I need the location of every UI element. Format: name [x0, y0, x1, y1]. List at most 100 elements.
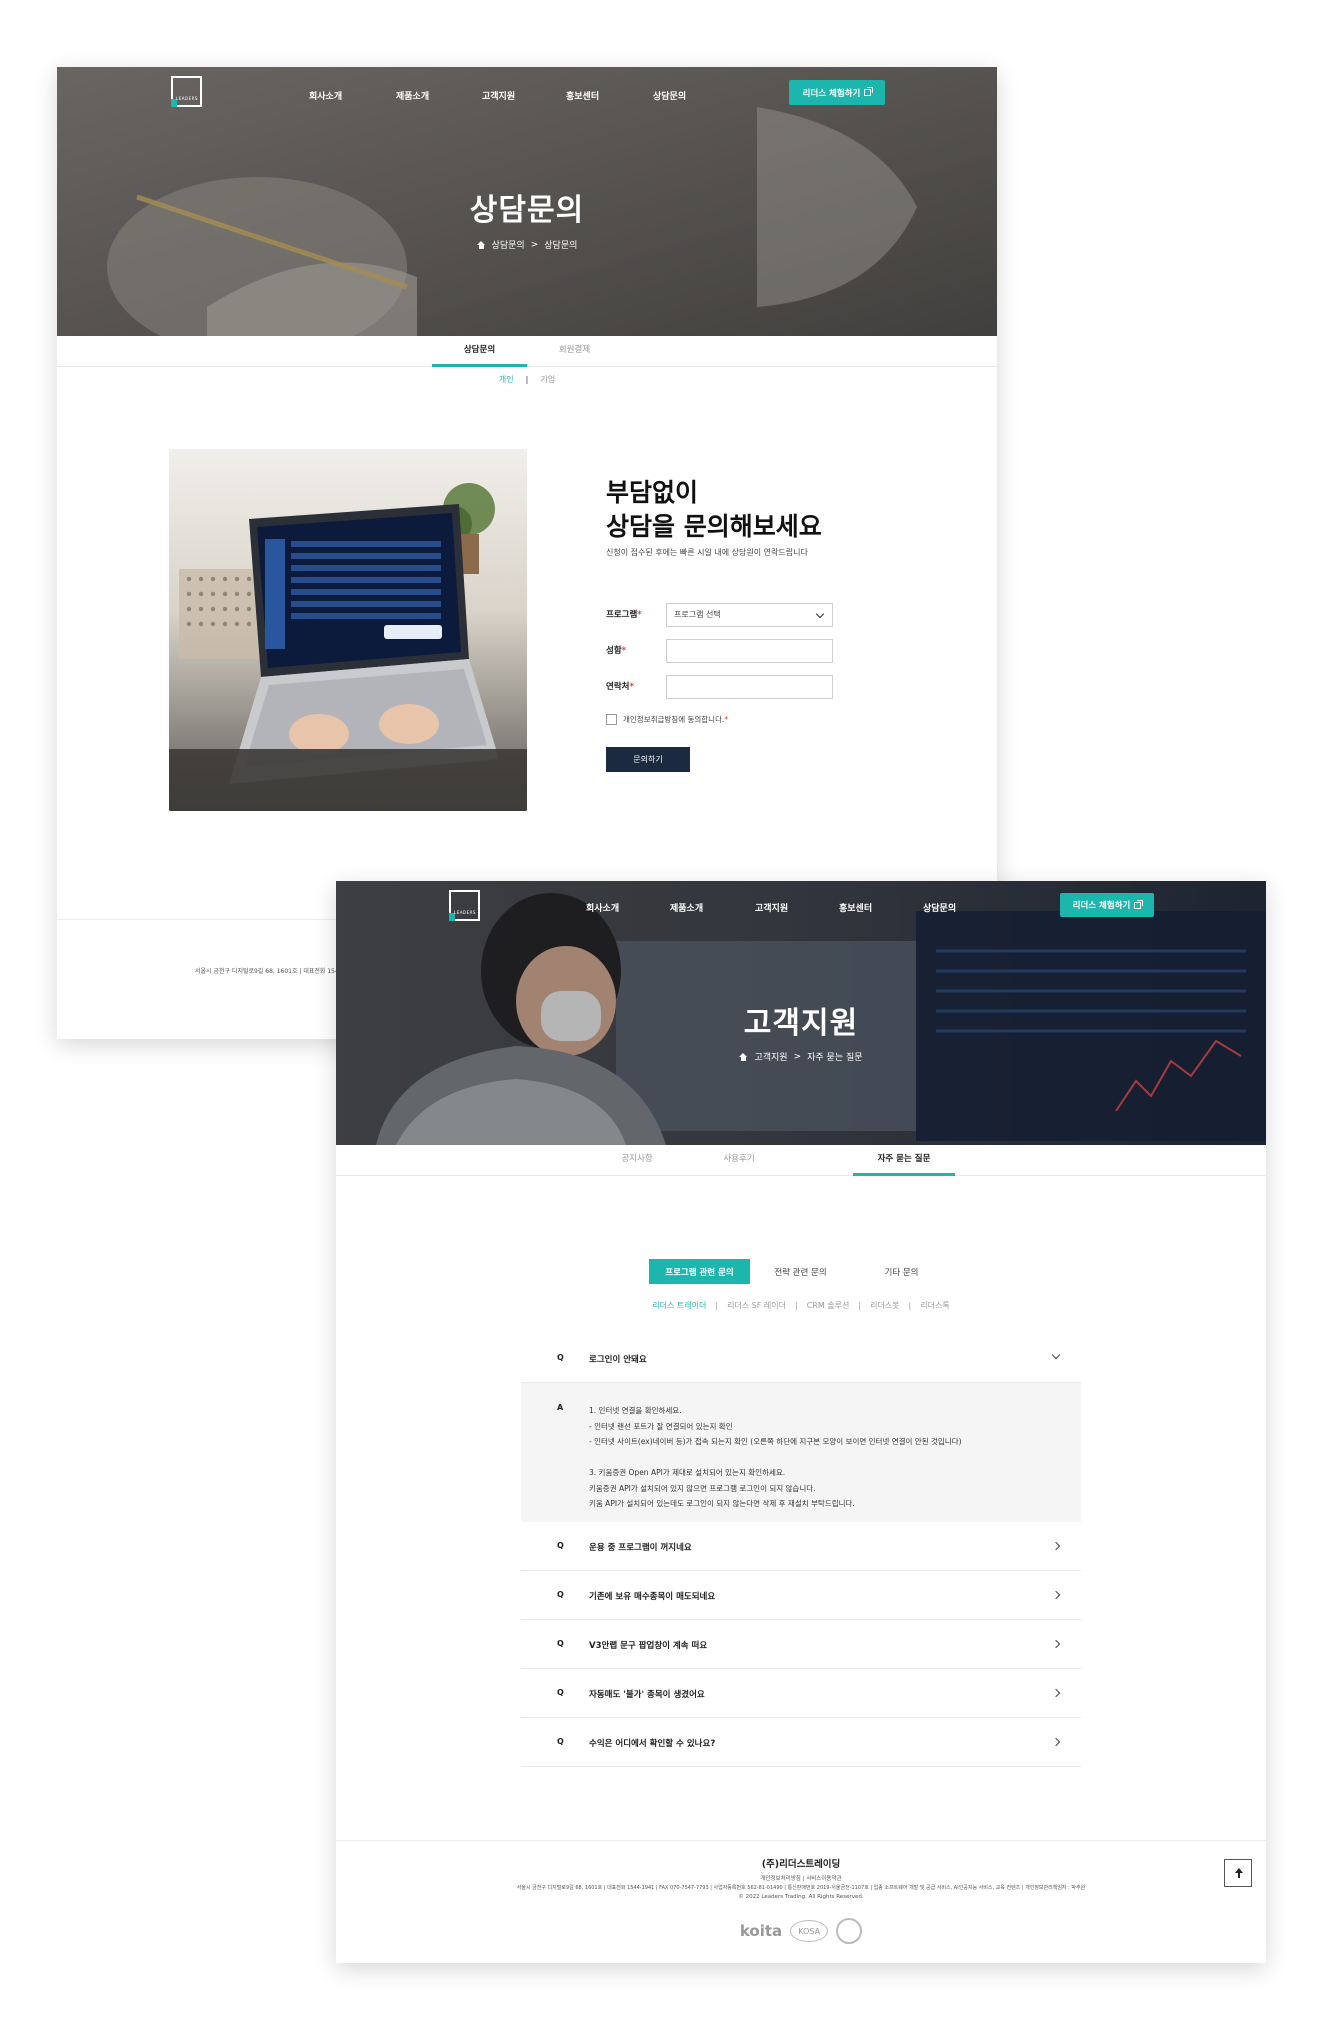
question-mark: Q [557, 1688, 564, 1697]
question-mark: Q [557, 1737, 564, 1746]
footer-logos: koita KOSA [336, 1918, 1266, 1944]
tab-inquiry[interactable]: 상담문의 [432, 336, 527, 367]
subtab-business[interactable]: 기업 [540, 374, 555, 385]
category-other[interactable]: 기타 문의 [851, 1259, 952, 1284]
faq-answer: A 1. 인터넷 연결을 확인하세요. - 인터넷 랜선 포트가 잘 연결되어 … [521, 1383, 1081, 1522]
faq-question: V3안랩 문구 팝업창이 계속 떠요 [589, 1641, 708, 1651]
nav-inquiry[interactable]: 상담문의 [653, 89, 686, 102]
breadcrumb-item[interactable]: 자주 묻는 질문 [807, 1050, 862, 1063]
nav-products[interactable]: 제품소개 [396, 89, 429, 102]
footer-links[interactable]: 개인정보처리방침 | 서비스이용약관 [336, 1874, 1266, 1882]
faq-item[interactable]: Q 기존에 보유 매수종목이 매도되네요 [521, 1571, 1081, 1620]
tab-notice[interactable]: 공지사항 [586, 1145, 688, 1176]
program-select[interactable]: 프로그램 선택 [666, 603, 833, 627]
breadcrumb-item[interactable]: 고객지원 [754, 1050, 787, 1063]
required-mark: * [629, 682, 634, 692]
nav-support[interactable]: 고객지원 [482, 89, 515, 102]
product-divider: | [715, 1301, 719, 1310]
chevron-right-icon [1051, 1590, 1061, 1600]
support-footer-divider [336, 1840, 1266, 1841]
chevron-right-icon [1051, 1639, 1061, 1649]
category-program[interactable]: 프로그램 관련 문의 [649, 1259, 750, 1284]
tab-faq[interactable]: 자주 묻는 질문 [853, 1145, 955, 1176]
product-divider: | [795, 1301, 798, 1310]
answer-line: 키움 API가 설치되어 있는데도 로그인이 되지 않는다면 삭제 후 재설치 … [589, 1499, 855, 1508]
breadcrumb-item[interactable]: 상담문의 [492, 238, 525, 251]
nav-inquiry[interactable]: 상담문의 [923, 901, 956, 914]
laptop-photo [169, 449, 527, 811]
agree-checkbox[interactable] [606, 714, 617, 725]
breadcrumb-separator: > [793, 1051, 802, 1062]
product-leaders-trader[interactable]: 리더스 트레이더 [652, 1300, 706, 1311]
nav-support[interactable]: 고객지원 [755, 901, 788, 914]
tab-reviews[interactable]: 사용후기 [688, 1145, 790, 1176]
subtab-personal[interactable]: 개인 [499, 374, 514, 385]
nav-pr[interactable]: 홍보센터 [839, 901, 872, 914]
question-mark: Q [557, 1353, 564, 1362]
support-hero: LEADERS 회사소개 제품소개 고객지원 홍보센터 상담문의 리더스 체험하… [336, 881, 1266, 1145]
product-leaders-bot[interactable]: 리더스봇 [870, 1300, 899, 1311]
home-icon[interactable] [476, 240, 486, 249]
trial-button[interactable]: 리더스 체험하기 [789, 80, 885, 105]
home-icon[interactable] [739, 1052, 748, 1061]
answer-line: - 인터넷 사이트(ex)네이버 등)가 접속 되는지 확인 (오른쪽 하단에 … [589, 1437, 962, 1446]
breadcrumb: 상담문의 > 상담문의 [57, 238, 997, 251]
tab-member-payment[interactable]: 회원결제 [527, 336, 622, 367]
nav-products[interactable]: 제품소개 [670, 901, 703, 914]
canvas: LEADERS 회사소개 제품소개 고객지원 홍보센터 상담문의 리더스 체험하… [0, 0, 1317, 2026]
product-leaders-talk[interactable]: 리더스톡 [920, 1300, 949, 1311]
name-input[interactable] [666, 639, 833, 663]
answer-line: 3. 키움증권 Open API가 제대로 설치되어 있는지 확인하세요. [589, 1468, 786, 1477]
faq-item[interactable]: Q 수익은 어디에서 확인할 수 있나요? [521, 1718, 1081, 1767]
form-subtitle: 신청이 접수된 후에는 빠른 시일 내에 상담원이 연락드립니다 [606, 548, 808, 557]
product-sf-radar[interactable]: 리더스 SF 레이더 [727, 1300, 786, 1311]
breadcrumb: 고객지원 > 자주 묻는 질문 [336, 1050, 1266, 1063]
answer-line: 키움증권 API가 설치되어 있지 않으면 프로그램 로그인이 되지 않습니다. [589, 1483, 816, 1493]
koita-logo: koita [739, 1922, 783, 1940]
faq-item[interactable]: Q 운용 중 프로그램이 꺼지네요 [521, 1522, 1081, 1571]
nav-company[interactable]: 회사소개 [586, 901, 619, 914]
answer-mark: A [557, 1403, 564, 1412]
faq-question: 수익은 어디에서 확인할 수 있나요? [589, 1739, 716, 1749]
submit-button[interactable]: 문의하기 [606, 747, 690, 772]
faq-item[interactable]: Q 로그인이 안돼요 [521, 1334, 1081, 1383]
customer-type-tabs: 개인 | 기업 [57, 374, 997, 385]
certification-seal-icon [836, 1918, 863, 1944]
footer-company: (주)리더스트레이딩 [761, 1859, 841, 1870]
trial-button[interactable]: 리더스 체험하기 [1060, 893, 1154, 917]
program-select-value: 프로그램 선택 [674, 610, 721, 619]
phone-label-text: 연락처 [606, 682, 630, 692]
category-strategy[interactable]: 전략 관련 문의 [750, 1259, 851, 1284]
trial-button-label: 리더스 체험하기 [802, 88, 861, 99]
nav-company[interactable]: 회사소개 [309, 89, 342, 102]
inquiry-nav: LEADERS 회사소개 제품소개 고객지원 홍보센터 상담문의 리더스 체험하… [57, 67, 997, 127]
nav-pr[interactable]: 홍보센터 [566, 89, 599, 102]
product-filter: 리더스 트레이더 | 리더스 SF 레이더 | CRM 솔루션 | 리더스봇 |… [336, 1300, 1266, 1311]
question-mark: Q [557, 1541, 564, 1550]
product-divider: | [908, 1301, 912, 1310]
faq-question: 운용 중 프로그램이 꺼지네요 [589, 1543, 692, 1553]
inquiry-tabs: 상담문의 회원결제 [57, 336, 997, 367]
phone-label: 연락처* [606, 680, 634, 692]
chevron-down-icon [815, 609, 825, 619]
faq-item[interactable]: Q V3안랩 문구 팝업창이 계속 떠요 [521, 1620, 1081, 1669]
subtab-divider: | [525, 375, 529, 384]
kosa-logo: KOSA [790, 1920, 829, 1942]
chevron-right-icon [1051, 1541, 1061, 1551]
scroll-top-button[interactable] [1224, 1859, 1252, 1887]
answer-line: - 인터넷 랜선 포트가 잘 연결되어 있는지 확인 [589, 1421, 733, 1431]
faq-item[interactable]: Q 자동매도 '불가' 종목이 생겼어요 [521, 1669, 1081, 1718]
logo-text: LEADERS [454, 910, 476, 915]
chevron-down-icon [1051, 1350, 1061, 1360]
breadcrumb-item[interactable]: 상담문의 [544, 238, 577, 251]
support-tabs: 공지사항 사용후기 자주 묻는 질문 [336, 1145, 1266, 1176]
trial-button-label: 리더스 체험하기 [1072, 901, 1131, 911]
phone-input[interactable] [666, 675, 833, 699]
logo[interactable]: LEADERS [449, 890, 480, 921]
logo[interactable]: LEADERS [171, 76, 202, 107]
name-label-text: 성함 [606, 646, 622, 656]
faq-question: 로그인이 안돼요 [589, 1355, 647, 1365]
program-label: 프로그램* [606, 608, 642, 620]
breadcrumb-separator: > [530, 239, 539, 250]
product-crm[interactable]: CRM 솔루션 [807, 1300, 850, 1311]
